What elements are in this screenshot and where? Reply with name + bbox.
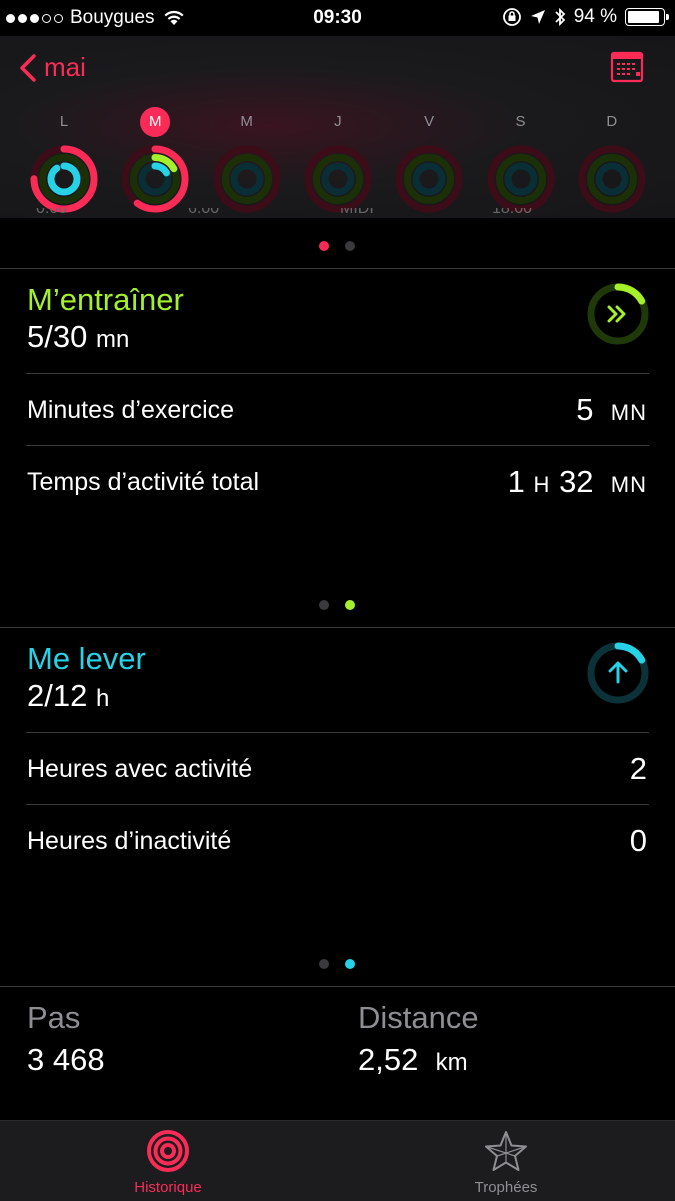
page-dot (345, 959, 355, 969)
distance-unit: km (435, 1049, 468, 1076)
day-label[interactable]: L (47, 107, 81, 137)
divider (0, 627, 675, 628)
day-activity-ring[interactable] (394, 144, 464, 214)
value-number: 32 (559, 464, 594, 499)
page-indicator-stand[interactable] (319, 959, 355, 969)
divider (0, 986, 675, 987)
inactive-hours-label: Heures d’inactivité (27, 827, 232, 855)
calendar-icon[interactable] (610, 50, 644, 84)
value-unit: H (533, 472, 551, 497)
back-button[interactable]: mai (18, 52, 86, 83)
value-number: 1 (507, 464, 525, 499)
day-label[interactable]: J (321, 107, 355, 137)
active-hours-value: 2 (629, 751, 647, 786)
exercise-title: M’entraîner (27, 282, 184, 317)
distance-number: 2,52 (358, 1042, 419, 1077)
history-header: mai L M M J V S D 0:00 6:00 MIDI 18:00 (0, 36, 675, 218)
value-unit: MN (610, 472, 647, 497)
distance-label: Distance (358, 1000, 479, 1035)
day-activity-ring[interactable] (577, 144, 647, 214)
hourly-chart-ticks: 0:00 6:00 MIDI 18:00 (0, 208, 675, 220)
tab-history[interactable]: Historique (68, 1129, 268, 1196)
day-label[interactable]: M (230, 107, 264, 137)
exercise-value-unit: mn (95, 326, 130, 353)
stand-value-number: 2/12 (27, 678, 88, 713)
tab-label: Trophées (474, 1179, 538, 1196)
tick-label: 0:00 (36, 208, 68, 217)
back-label: mai (44, 52, 86, 82)
divider (26, 804, 649, 805)
page-dot (319, 959, 329, 969)
day-activity-ring[interactable] (29, 144, 99, 214)
exercise-minutes-label: Minutes d’exercice (27, 396, 235, 424)
steps-value: 3 468 (27, 1042, 105, 1077)
battery-icon (625, 8, 669, 26)
tick-label: 6:00 (188, 208, 220, 217)
battery-percent: 94 % (573, 6, 617, 27)
divider (26, 732, 649, 733)
divider (26, 373, 649, 374)
day-label[interactable]: V (412, 107, 446, 137)
tab-trophies[interactable]: Trophées (406, 1129, 606, 1196)
exercise-minutes-value: 5 MN (576, 392, 647, 428)
day-label[interactable]: D (595, 107, 629, 137)
divider (0, 268, 675, 269)
tab-label: Historique (134, 1179, 202, 1196)
page-indicator-exercise[interactable] (319, 600, 355, 610)
stand-title: Me lever (27, 641, 146, 676)
stand-value: 2/12 h (27, 678, 109, 714)
status-bar: Bouygues 09:30 94 % (0, 0, 675, 36)
tick-label: MIDI (340, 208, 374, 217)
day-activity-ring[interactable] (212, 144, 282, 214)
exercise-ring-icon (587, 283, 649, 345)
star-icon (485, 1131, 527, 1171)
day-activity-ring[interactable] (486, 144, 556, 214)
chevron-left-icon (20, 53, 36, 82)
page-dot (319, 241, 329, 251)
exercise-value: 5/30 mn (27, 319, 129, 355)
activity-rings-icon (147, 1130, 189, 1172)
location-icon (530, 10, 545, 24)
tab-bar: Historique Trophées (0, 1120, 675, 1201)
stand-ring-icon (587, 642, 649, 704)
total-activity-value: 1 H 32 MN (508, 464, 647, 500)
exercise-value-number: 5/30 (27, 319, 88, 354)
active-hours-label: Heures avec activité (27, 755, 253, 783)
distance-value: 2,52 km (358, 1042, 468, 1078)
day-label[interactable]: M (140, 107, 171, 137)
day-activity-ring[interactable] (120, 144, 190, 214)
bluetooth-icon (555, 7, 565, 27)
steps-label: Pas (27, 1000, 81, 1035)
inactive-hours-value: 0 (629, 823, 647, 858)
page-dot (345, 241, 355, 251)
page-indicator-move[interactable] (319, 241, 355, 251)
day-label[interactable]: S (504, 107, 538, 137)
total-activity-label: Temps d’activité total (27, 468, 260, 496)
day-activity-ring[interactable] (303, 144, 373, 214)
tick-label: 18:00 (492, 208, 533, 217)
page-dot (345, 600, 355, 610)
rotation-lock-icon (502, 8, 521, 26)
divider (26, 445, 649, 446)
value-number: 5 (576, 392, 594, 427)
value-unit: MN (610, 400, 647, 425)
stand-value-unit: h (95, 685, 110, 712)
page-dot (319, 600, 329, 610)
